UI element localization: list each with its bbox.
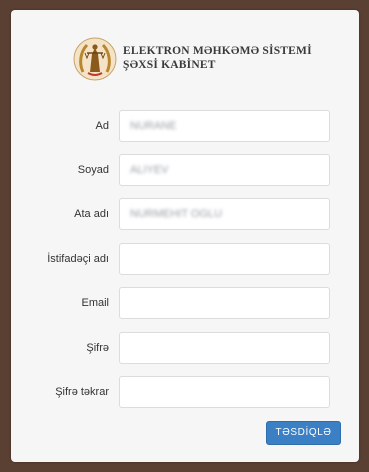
- username-label: İstifadəçi adı: [47, 253, 109, 265]
- field-row-email: Email: [11, 286, 359, 320]
- brand-title-line2: ŞƏXSİ KABİNET: [123, 59, 216, 71]
- brand-title: ELEKTRON MƏHKƏMƏ SİSTEMİ ŞƏXSİ KABİNET: [123, 44, 312, 72]
- field-row-password: Şifrə: [11, 331, 359, 365]
- brand-header: ELEKTRON MƏHKƏMƏ SİSTEMİ ŞƏXSİ KABİNET: [73, 36, 333, 90]
- email-input[interactable]: [119, 287, 330, 319]
- password-input[interactable]: [119, 332, 330, 364]
- password-confirm-input[interactable]: [119, 376, 330, 408]
- field-row-last-name: Soyad ALIYEV: [11, 153, 359, 187]
- confirm-button[interactable]: TƏSDİQLƏ: [266, 421, 341, 445]
- password-confirm-label: Şifrə təkrar: [55, 386, 109, 398]
- field-row-first-name: Ad NURANE: [11, 109, 359, 143]
- registration-card: ELEKTRON MƏHKƏMƏ SİSTEMİ ŞƏXSİ KABİNET A…: [11, 10, 359, 462]
- brand-title-line1: ELEKTRON MƏHKƏMƏ SİSTEMİ: [123, 45, 312, 57]
- username-input[interactable]: [119, 243, 330, 275]
- field-row-username: İstifadəçi adı: [11, 242, 359, 276]
- password-label: Şifrə: [86, 342, 109, 354]
- first-name-label: Ad: [95, 120, 109, 132]
- themis-scales-emblem-icon: [73, 37, 117, 81]
- patronymic-input[interactable]: NURMEHIT OGLU: [119, 198, 330, 230]
- first-name-value: NURANE: [130, 120, 177, 132]
- last-name-input[interactable]: ALIYEV: [119, 154, 330, 186]
- field-row-patronymic: Ata adı NURMEHIT OGLU: [11, 197, 359, 231]
- patronymic-label: Ata adı: [74, 208, 109, 220]
- field-row-password-confirm: Şifrə təkrar: [11, 375, 359, 409]
- last-name-label: Soyad: [77, 164, 109, 176]
- patronymic-value: NURMEHIT OGLU: [130, 208, 223, 220]
- email-label: Email: [81, 297, 109, 309]
- first-name-input[interactable]: NURANE: [119, 110, 330, 142]
- last-name-value: ALIYEV: [130, 164, 169, 176]
